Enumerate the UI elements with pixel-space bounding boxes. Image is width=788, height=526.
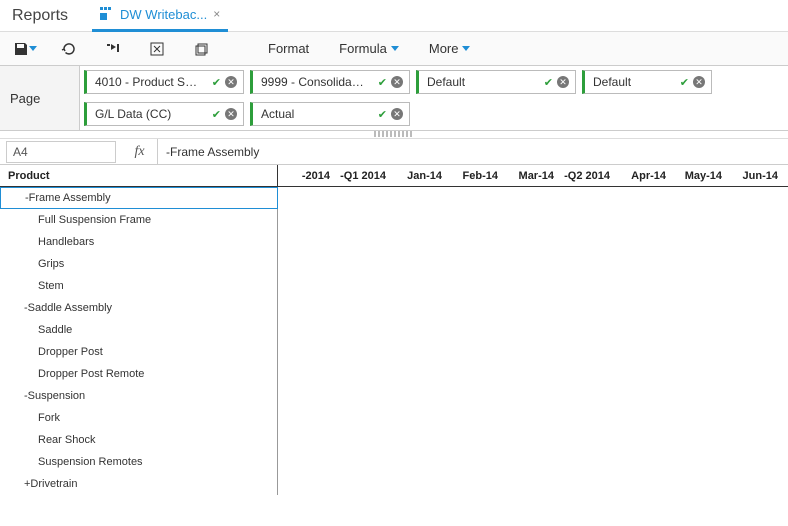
row-label[interactable]: -Frame Assembly	[0, 187, 278, 209]
format-menu[interactable]: Format	[262, 41, 315, 56]
formula-menu-label: Formula	[339, 41, 387, 56]
row-label[interactable]: Dropper Post Remote	[0, 363, 278, 385]
copy-button[interactable]	[188, 38, 214, 60]
formula-input[interactable]	[158, 141, 788, 163]
column-header-period[interactable]: Mar-14	[502, 165, 558, 186]
table-row[interactable]: Suspension Remotes	[0, 451, 788, 473]
chip-label: 9999 - Consolidate...	[253, 75, 372, 89]
table-row[interactable]: Stem	[0, 275, 788, 297]
check-icon: ✔	[544, 76, 553, 89]
check-icon: ✔	[680, 76, 689, 89]
column-header-period[interactable]: Feb-14	[446, 165, 502, 186]
page-label: Page	[0, 66, 80, 130]
filter-chip[interactable]: G/L Data (CC) ✔ ✕	[84, 102, 244, 126]
check-icon: ✔	[378, 108, 387, 121]
refresh-button[interactable]	[56, 38, 82, 60]
chip-label: 4010 - Product Sales	[87, 75, 206, 89]
chip-label: Actual	[253, 107, 372, 121]
formula-bar: fx	[0, 139, 788, 165]
remove-icon[interactable]: ✕	[391, 108, 403, 120]
toolbar: Format Formula More	[0, 32, 788, 66]
row-label[interactable]: Grips	[0, 253, 278, 275]
remove-icon[interactable]: ✕	[391, 76, 403, 88]
remove-icon[interactable]: ✕	[693, 76, 705, 88]
row-label[interactable]: -Suspension	[0, 385, 278, 407]
filter-chip[interactable]: Actual ✔ ✕	[250, 102, 410, 126]
table-row[interactable]: Rear Shock	[0, 429, 788, 451]
row-label[interactable]: -Saddle Assembly	[0, 297, 278, 319]
chip-label: Default	[585, 75, 674, 89]
table-row[interactable]: Saddle	[0, 319, 788, 341]
check-icon: ✔	[212, 76, 221, 89]
remove-icon[interactable]: ✕	[557, 76, 569, 88]
row-label[interactable]: Handlebars	[0, 231, 278, 253]
save-button[interactable]	[12, 38, 38, 60]
splitter-handle[interactable]	[0, 131, 788, 139]
row-label[interactable]: Stem	[0, 275, 278, 297]
more-menu[interactable]: More	[423, 41, 477, 56]
table-row[interactable]: -Frame Assembly	[0, 187, 788, 209]
cube-icon	[100, 7, 114, 21]
publish-button[interactable]	[100, 38, 126, 60]
grid-header: Product -2014-Q1 2014Jan-14Feb-14Mar-14-…	[0, 165, 788, 187]
table-row[interactable]: +Drivetrain	[0, 473, 788, 495]
column-header-period[interactable]: Jan-14	[390, 165, 446, 186]
column-header-product[interactable]: Product	[0, 165, 278, 186]
check-icon: ✔	[212, 108, 221, 121]
row-label[interactable]: Suspension Remotes	[0, 451, 278, 473]
filter-chips: 4010 - Product Sales✔✕9999 - Consolidate…	[80, 66, 788, 130]
reports-tab[interactable]: Reports	[12, 7, 68, 25]
chevron-down-icon	[462, 46, 470, 51]
page-filter-area: Page 4010 - Product Sales✔✕9999 - Consol…	[0, 66, 788, 131]
filter-chip[interactable]: 9999 - Consolidate... ✔ ✕	[250, 70, 410, 94]
document-tab-label: DW Writebac...	[120, 7, 207, 22]
row-label[interactable]: Full Suspension Frame	[0, 209, 278, 231]
chevron-down-icon	[29, 46, 37, 51]
fx-icon[interactable]: fx	[122, 139, 158, 164]
table-row[interactable]: Grips	[0, 253, 788, 275]
document-tab[interactable]: DW Writebac... ×	[92, 0, 228, 32]
table-row[interactable]: Handlebars	[0, 231, 788, 253]
grid-body[interactable]: -Frame AssemblyFull Suspension FrameHand…	[0, 187, 788, 526]
row-label[interactable]: +Drivetrain	[0, 473, 278, 495]
column-header-period[interactable]: Apr-14	[614, 165, 670, 186]
row-label[interactable]: Fork	[0, 407, 278, 429]
table-row[interactable]: Fork	[0, 407, 788, 429]
table-row[interactable]: -Suspension	[0, 385, 788, 407]
chip-label: Default	[419, 75, 538, 89]
more-menu-label: More	[429, 41, 459, 56]
row-label[interactable]: Saddle	[0, 319, 278, 341]
remove-icon[interactable]: ✕	[225, 76, 237, 88]
table-row[interactable]: -Saddle Assembly	[0, 297, 788, 319]
filter-chip[interactable]: Default ✔ ✕	[416, 70, 576, 94]
column-header-period[interactable]: Jun-14	[726, 165, 782, 186]
chip-label: G/L Data (CC)	[87, 107, 206, 121]
formula-menu[interactable]: Formula	[333, 41, 405, 56]
table-row[interactable]: Dropper Post Remote	[0, 363, 788, 385]
cell-reference-input[interactable]	[6, 141, 116, 163]
filter-chip[interactable]: 4010 - Product Sales ✔ ✕	[84, 70, 244, 94]
column-header-period[interactable]: May-14	[670, 165, 726, 186]
remove-icon[interactable]: ✕	[225, 108, 237, 120]
filter-chip[interactable]: Default ✔ ✕	[582, 70, 712, 94]
column-header-period[interactable]: -Q2 2014	[558, 165, 614, 186]
column-header-period[interactable]: -2014	[278, 165, 334, 186]
table-row[interactable]: Full Suspension Frame	[0, 209, 788, 231]
row-label[interactable]: Rear Shock	[0, 429, 278, 451]
suppress-button[interactable]	[144, 38, 170, 60]
column-header-period[interactable]: -Q1 2014	[334, 165, 390, 186]
row-label[interactable]: Dropper Post	[0, 341, 278, 363]
chevron-down-icon	[391, 46, 399, 51]
close-icon[interactable]: ×	[213, 7, 220, 21]
check-icon: ✔	[378, 76, 387, 89]
table-row[interactable]: Dropper Post	[0, 341, 788, 363]
tab-strip: Reports DW Writebac... ×	[0, 0, 788, 32]
